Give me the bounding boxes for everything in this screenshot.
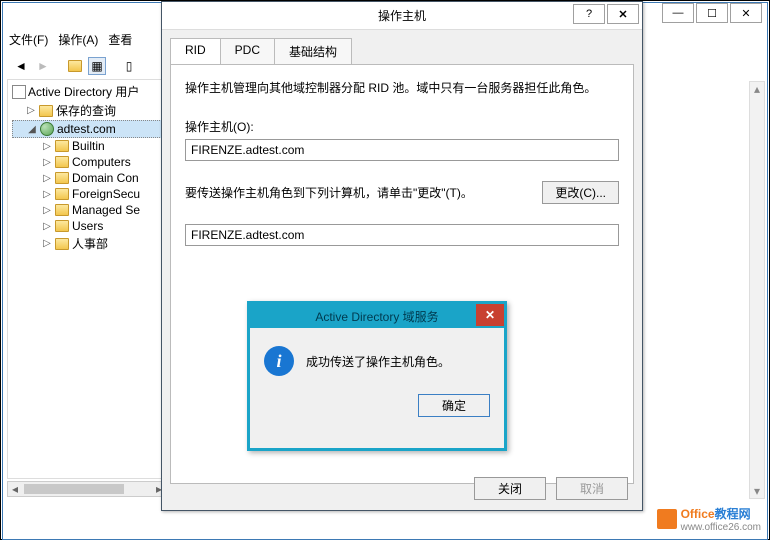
scroll-thumb[interactable] <box>24 484 124 494</box>
tab-strip: RID PDC 基础结构 <box>170 38 634 64</box>
tree-root-label: Active Directory 用户 <box>28 83 139 100</box>
message-box: Active Directory 域服务 ✕ i 成功传送了操作主机角色。 确定 <box>247 301 507 451</box>
domain-icon <box>40 122 54 136</box>
toolbar: ◄ ► ▦ ▯ <box>8 53 142 79</box>
tree-label: Builtin <box>72 139 105 153</box>
bg-minimize-button[interactable]: — <box>662 3 694 23</box>
tree-label: 人事部 <box>72 235 108 252</box>
forward-icon[interactable]: ► <box>34 57 52 75</box>
bg-maximize-button[interactable]: ☐ <box>696 3 728 23</box>
tree-label: Users <box>72 219 103 233</box>
dialog-close-button[interactable]: ✕ <box>607 4 639 24</box>
tree-label: 保存的查询 <box>56 102 116 119</box>
tab-pdc[interactable]: PDC <box>220 38 275 64</box>
scroll-up-icon[interactable]: ▴ <box>750 82 764 96</box>
expand-icon[interactable]: ◢ <box>27 124 37 135</box>
scroll-down-icon[interactable]: ▾ <box>750 484 764 498</box>
expand-icon[interactable]: ▷ <box>42 157 52 168</box>
directory-icon <box>12 85 26 99</box>
folder-icon <box>39 105 53 117</box>
expand-icon[interactable]: ▷ <box>42 205 52 216</box>
watermark-text-2: 教程网 <box>715 507 751 521</box>
scroll-left-icon[interactable]: ◂ <box>8 482 22 496</box>
tree-item-users[interactable]: ▷ Users <box>12 218 162 234</box>
menu-view[interactable]: 查看 <box>108 31 132 48</box>
dialog-help-button[interactable]: ? <box>573 4 605 24</box>
msgbox-text: 成功传送了操作主机角色。 <box>306 353 450 370</box>
tree-label: Computers <box>72 155 131 169</box>
tree-label: adtest.com <box>57 122 116 136</box>
tree-item-computers[interactable]: ▷ Computers <box>12 154 162 170</box>
watermark-url: www.office26.com <box>681 522 761 533</box>
bg-close-button[interactable]: ✕ <box>730 3 762 23</box>
host-label: 操作主机(O): <box>185 118 619 135</box>
change-button[interactable]: 更改(C)... <box>542 181 619 204</box>
tab-rid[interactable]: RID <box>170 38 221 64</box>
transfer-description: 要传送操作主机角色到下列计算机，请单击"更改"(T)。 <box>185 184 473 201</box>
dialog-footer: 关闭 取消 <box>474 477 628 500</box>
expand-icon[interactable]: ▷ <box>26 105 36 116</box>
tree-item-saved-queries[interactable]: ▷ 保存的查询 <box>12 101 162 120</box>
tree-item-hr[interactable]: ▷ 人事部 <box>12 234 162 253</box>
msgbox-titlebar: Active Directory 域服务 ✕ <box>250 304 504 328</box>
expand-icon[interactable]: ▷ <box>42 221 52 232</box>
tree-item-domain[interactable]: ◢ adtest.com <box>12 120 162 138</box>
info-icon: i <box>264 346 294 376</box>
folder-icon <box>55 172 69 184</box>
folder-icon <box>55 140 69 152</box>
expand-icon[interactable]: ▷ <box>42 141 52 152</box>
menu-action[interactable]: 操作(A) <box>58 31 98 48</box>
tree-hscrollbar[interactable]: ◂ ▸ <box>7 481 167 497</box>
bg-window-controls: — ☐ ✕ <box>662 3 762 23</box>
close-button[interactable]: 关闭 <box>474 477 546 500</box>
cancel-button: 取消 <box>556 477 628 500</box>
menu-file[interactable]: 文件(F) <box>9 31 48 48</box>
folder-icon <box>55 220 69 232</box>
msgbox-body: i 成功传送了操作主机角色。 <box>250 328 504 394</box>
folder-icon <box>55 204 69 216</box>
tree-label: ForeignSecu <box>72 187 140 201</box>
watermark: Office教程网 www.office26.com <box>657 505 761 533</box>
delete-icon[interactable]: ▯ <box>120 57 138 75</box>
tab-infrastructure[interactable]: 基础结构 <box>274 38 352 64</box>
dialog-title: 操作主机 <box>378 7 426 24</box>
msgbox-close-button[interactable]: ✕ <box>476 304 504 326</box>
properties-icon[interactable]: ▦ <box>88 57 106 75</box>
expand-icon[interactable]: ▷ <box>42 173 52 184</box>
tree-label: Managed Se <box>72 203 140 217</box>
content-vscrollbar[interactable]: ▴ ▾ <box>749 81 765 499</box>
tree-item-domain-controllers[interactable]: ▷ Domain Con <box>12 170 162 186</box>
tree-item-managed-service[interactable]: ▷ Managed Se <box>12 202 162 218</box>
dialog-titlebar: 操作主机 ? ✕ <box>162 2 642 30</box>
target-input[interactable] <box>185 224 619 246</box>
tree-root[interactable]: Active Directory 用户 <box>12 82 162 101</box>
tree-item-foreign-security[interactable]: ▷ ForeignSecu <box>12 186 162 202</box>
folder-icon <box>55 188 69 200</box>
folder-icon <box>55 156 69 168</box>
menubar: 文件(F) 操作(A) 查看 <box>9 31 132 48</box>
watermark-logo-icon <box>657 509 677 529</box>
back-icon[interactable]: ◄ <box>12 57 30 75</box>
host-input[interactable] <box>185 139 619 161</box>
expand-icon[interactable]: ▷ <box>42 238 52 249</box>
ok-button[interactable]: 确定 <box>418 394 490 417</box>
msgbox-title: Active Directory 域服务 <box>315 308 438 325</box>
role-description: 操作主机管理向其他域控制器分配 RID 池。域中只有一台服务器担任此角色。 <box>185 79 619 96</box>
tree-item-builtin[interactable]: ▷ Builtin <box>12 138 162 154</box>
tree-label: Domain Con <box>72 171 139 185</box>
tree-panel: Active Directory 用户 ▷ 保存的查询 ◢ adtest.com… <box>7 79 167 479</box>
up-icon[interactable] <box>66 57 84 75</box>
watermark-text-1: Office <box>681 507 715 521</box>
expand-icon[interactable]: ▷ <box>42 189 52 200</box>
folder-icon <box>55 238 69 250</box>
